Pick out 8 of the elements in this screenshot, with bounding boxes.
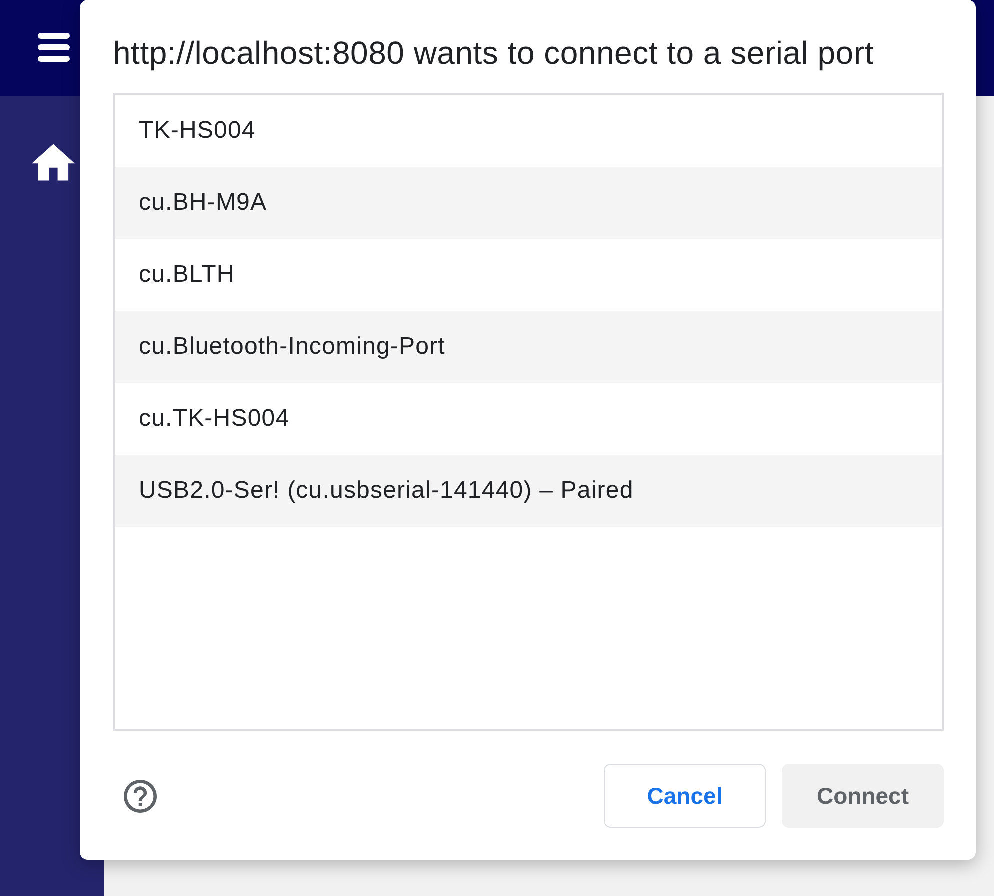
cancel-button[interactable]: Cancel	[604, 764, 766, 828]
port-option[interactable]: cu.BH-M9A	[115, 167, 942, 239]
menu-icon[interactable]	[38, 33, 70, 62]
home-icon[interactable]	[32, 142, 75, 183]
help-icon[interactable]	[124, 780, 157, 812]
port-option[interactable]: USB2.0-Ser! (cu.usbserial-141440) – Paired	[115, 455, 942, 527]
port-option[interactable]: cu.Bluetooth-Incoming-Port	[115, 311, 942, 383]
dialog-title: http://localhost:8080 wants to connect to a serial port	[113, 34, 875, 73]
